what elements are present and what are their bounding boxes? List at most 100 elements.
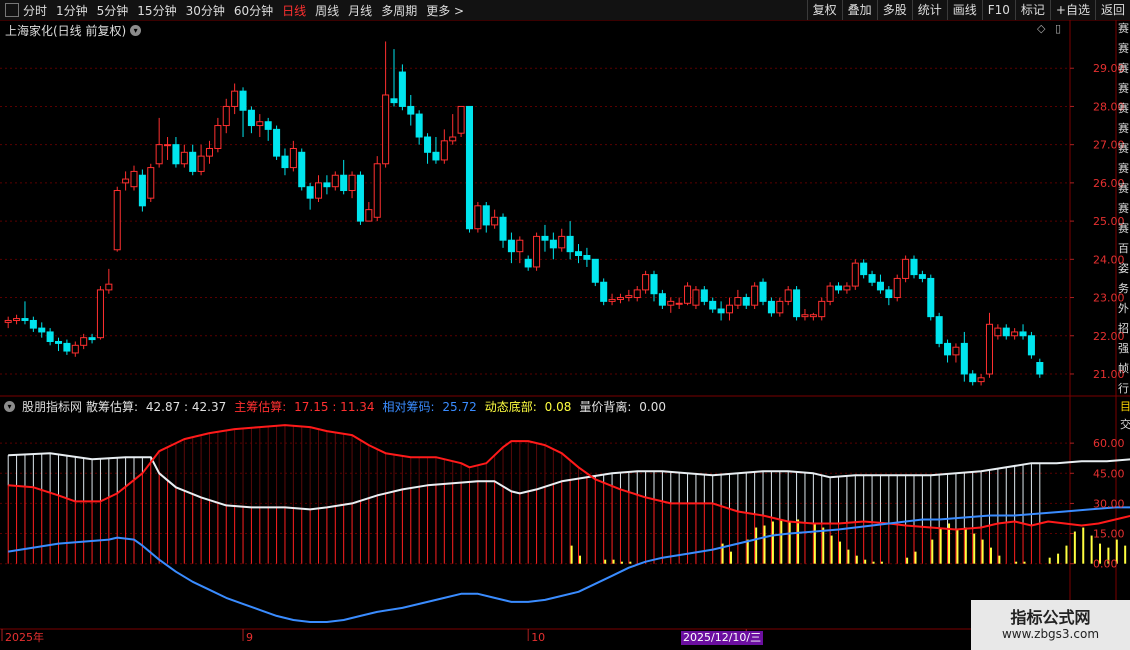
watchlist-stock-initial[interactable]: 行 <box>1118 380 1130 400</box>
candle-body <box>1002 327 1010 337</box>
candle-body <box>843 285 851 291</box>
candle-body <box>407 105 415 115</box>
candle-body <box>642 274 650 291</box>
candle-body <box>449 136 457 142</box>
candle-body <box>474 205 482 230</box>
candle-body <box>88 337 96 341</box>
candle-body <box>1036 362 1044 375</box>
scatter-chip-line <box>8 452 1130 511</box>
watchlist-stock-initial[interactable]: 赛 <box>1118 160 1130 180</box>
candle-body <box>340 174 348 192</box>
candle-body <box>231 90 239 107</box>
site-watermark: 指标公式网 www.zbgs3.com <box>971 600 1130 650</box>
candle-body <box>247 109 255 127</box>
candle-body <box>860 262 868 276</box>
candle-body <box>390 98 398 104</box>
candle-body <box>457 105 465 134</box>
candle-body <box>524 258 532 268</box>
candle-body <box>189 151 197 172</box>
candle-body <box>834 285 843 291</box>
candle-body <box>491 216 499 226</box>
watchlist-stock-initial[interactable]: 强 <box>1118 340 1130 360</box>
candle-body <box>751 285 759 306</box>
watchlist-stock-initial[interactable]: 赛 <box>1118 60 1130 80</box>
scatter-chip-value: 42.87 : 42.37 <box>145 400 227 414</box>
x-axis-label: 9 <box>246 631 253 644</box>
scatter-chip-label-text: 散筹估算: <box>86 400 139 414</box>
maximize-icon[interactable]: ▯ <box>1055 22 1061 35</box>
candle-body <box>700 289 708 302</box>
watchlist-stock-initial[interactable]: 赛 <box>1118 200 1130 220</box>
diamond-icon[interactable]: ◇ <box>1037 22 1045 35</box>
candle-body <box>398 71 406 107</box>
crosshair-date-label: 2025/12/10/三 <box>681 631 764 645</box>
divergence-value: 0.00 <box>639 400 666 414</box>
watchlist-stock-initial[interactable]: 外 <box>1118 300 1130 320</box>
candle-body <box>600 281 608 302</box>
candle-body <box>4 319 12 323</box>
candle-body <box>566 235 574 253</box>
candle-body <box>910 258 918 276</box>
candle-body <box>767 300 775 314</box>
watchlist-stock-initial[interactable]: 赛 <box>1118 180 1130 200</box>
candle-body <box>742 297 750 306</box>
chevron-down-icon[interactable]: ▾ <box>4 401 15 412</box>
watchlist-stock-initial[interactable]: 赛 <box>1118 140 1130 160</box>
candle-body <box>13 318 21 321</box>
chart-title: 上海家化(日线 前复权) ▾ <box>5 22 142 39</box>
candle-body <box>944 342 952 356</box>
indicator-tick-label: 15.00 <box>1093 528 1125 541</box>
stock-title: 上海家化(日线 前复权) <box>5 24 127 38</box>
watchlist-stock-initial[interactable]: 招 <box>1118 320 1130 340</box>
candle-body <box>164 144 172 147</box>
scatter-chip-label: 散筹估算: 42.87 : 42.37 <box>86 398 230 415</box>
watchlist-stock-initial[interactable]: 赛 <box>1118 100 1130 120</box>
candle-body <box>331 174 339 188</box>
watchlist-stock-initial[interactable]: 姿 <box>1118 260 1130 280</box>
watchlist-stock-initial[interactable]: 赛 <box>1118 120 1130 140</box>
candle-body <box>113 190 121 251</box>
x-axis-label: 2025年 <box>5 630 44 644</box>
watchlist-stock-initial[interactable]: 赛 <box>1118 220 1130 240</box>
candle-body <box>348 174 356 192</box>
candle-body <box>197 155 205 172</box>
candle-body <box>633 289 641 299</box>
watchlist-stock-initial[interactable]: 赛 <box>1118 40 1130 60</box>
candle-body <box>239 90 247 111</box>
watchlist-stock-initial[interactable]: 百 <box>1118 240 1130 260</box>
candle-body <box>583 254 591 260</box>
candle-body <box>205 147 214 157</box>
indicator-tick-label: 30.00 <box>1093 497 1125 510</box>
relative-chip-value: 25.72 <box>442 400 477 414</box>
candle-body <box>994 327 1002 337</box>
candle-body <box>960 342 968 375</box>
candle-body <box>432 151 440 161</box>
candle-body <box>516 239 524 253</box>
candle-body <box>918 274 926 279</box>
candle-body <box>29 319 37 329</box>
chevron-down-icon[interactable]: ▾ <box>130 25 142 36</box>
candle-body <box>289 147 297 169</box>
candle-body <box>306 186 314 199</box>
candle-body <box>658 293 666 306</box>
watchlist-stock-initial[interactable]: 帧 <box>1118 360 1130 380</box>
watchlist-stock-initial[interactable]: 赛 <box>1118 20 1130 40</box>
candle-body <box>63 342 71 352</box>
candle-body <box>21 318 29 321</box>
kline-chart[interactable]: 29.0028.0027.0026.0025.0024.0023.0022.00… <box>0 0 1130 650</box>
candle-body <box>80 337 88 346</box>
candle-body <box>54 340 63 344</box>
candle-body <box>927 277 935 318</box>
watchlist-stock-initial[interactable]: 务 <box>1118 280 1130 300</box>
watchlist-stock-initial[interactable]: 赛 <box>1118 80 1130 100</box>
candle-body <box>1019 331 1027 337</box>
dynamic-bottom-value: 0.08 <box>544 400 572 414</box>
candle-body <box>885 289 893 299</box>
candle-body <box>616 297 624 300</box>
candle-body <box>323 182 331 188</box>
candle-body <box>222 105 230 127</box>
candle-body <box>507 239 515 253</box>
candle-body <box>809 314 817 318</box>
candle-body <box>373 163 381 218</box>
candle-body <box>122 178 130 184</box>
